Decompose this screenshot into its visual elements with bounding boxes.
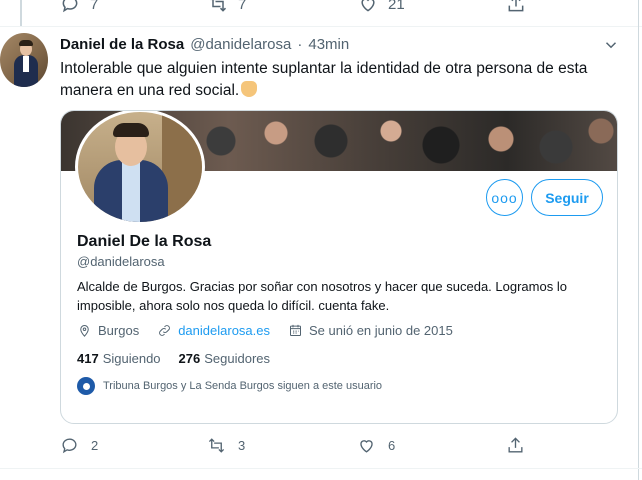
author-avatar[interactable]	[0, 33, 48, 87]
author-name[interactable]: Daniel de la Rosa	[60, 36, 184, 53]
reply-icon	[62, 438, 77, 454]
profile-card[interactable]: ooo Seguir Daniel De la Rosa @danidelaro…	[60, 110, 618, 424]
profile-joined-date: Se unió en junio de 2015	[309, 323, 453, 338]
followed-by-text: Tribuna Burgos y La Senda Burgos siguen …	[103, 380, 383, 392]
like-action[interactable]: 6	[357, 436, 395, 455]
hand-pointing-left-icon	[241, 81, 258, 97]
tweet-actions: 2 3 6	[0, 436, 642, 458]
profile-bio: Alcalde de Burgos. Gracias por soñar con…	[77, 279, 567, 313]
tweet-more-button[interactable]	[602, 36, 622, 52]
tweet-time[interactable]: 43min	[308, 36, 349, 53]
prev-reply-action[interactable]: 7	[60, 0, 98, 14]
tweet-body: Intolerable que alguien intente suplanta…	[60, 60, 588, 99]
profile-avatar[interactable]	[75, 111, 205, 225]
profile-location: Burgos	[98, 323, 140, 338]
retweet-icon	[208, 438, 225, 453]
share-action[interactable]	[506, 436, 525, 455]
following-stat[interactable]: 417 Siguiendo	[77, 351, 161, 366]
reply-action[interactable]: 2	[60, 436, 98, 455]
bottom-divider	[0, 468, 642, 469]
profile-stats: 417 Siguiendo 276 Seguidores	[77, 351, 270, 366]
profile-handle: @danidelarosa	[77, 254, 165, 269]
heart-icon	[360, 440, 373, 453]
prev-reply-count: 7	[90, 0, 99, 13]
retweet-count: 3	[238, 438, 246, 453]
share-icon	[508, 437, 523, 453]
prev-share-action[interactable]	[506, 0, 526, 14]
following-label: Siguiendo	[102, 351, 161, 366]
retweet-icon	[210, 0, 227, 12]
followers-stat[interactable]: 276 Seguidores	[179, 351, 270, 366]
location-pin-icon	[80, 325, 89, 337]
profile-name: Daniel De la Rosa	[77, 233, 212, 250]
retweet-action[interactable]: 3	[207, 436, 245, 455]
profile-meta: Burgos danidelarosa.es Se unió en junio …	[77, 323, 453, 338]
follow-button-label: Seguir	[545, 189, 589, 206]
previous-tweet-actions: 7 7 21	[0, 0, 642, 14]
author-handle[interactable]: @danidelarosa	[190, 36, 291, 53]
following-count: 417	[77, 351, 99, 366]
heart-icon	[361, 0, 375, 12]
more-options-label: ooo	[491, 189, 518, 206]
prev-like-action[interactable]: 21	[358, 0, 405, 14]
follower-avatar	[77, 377, 95, 395]
followed-by-row[interactable]: Tribuna Burgos y La Senda Burgos siguen …	[77, 377, 382, 395]
prev-like-count: 21	[388, 0, 405, 13]
header-separator: ·	[297, 36, 303, 53]
chevron-down-icon	[605, 42, 617, 49]
tweet-text: Intolerable que alguien intente suplanta…	[60, 58, 610, 102]
thread-line	[20, 0, 22, 26]
timeline-border	[638, 0, 639, 480]
prev-retweet-count: 7	[238, 0, 247, 13]
followers-count: 276	[178, 351, 201, 366]
follow-button[interactable]: Seguir	[531, 179, 603, 216]
tweet-header: Daniel de la Rosa @danidelarosa · 43min	[60, 36, 349, 53]
share-icon	[508, 0, 524, 12]
calendar-icon	[290, 324, 301, 336]
followers-label: Seguidores	[204, 351, 271, 366]
reply-count: 2	[91, 438, 99, 453]
tweet-divider	[0, 26, 642, 27]
reply-icon	[62, 0, 78, 13]
prev-retweet-action[interactable]: 7	[208, 0, 246, 14]
like-count: 6	[388, 438, 396, 453]
profile-website-link[interactable]: danidelarosa.es	[178, 323, 270, 338]
more-options-button[interactable]: ooo	[486, 179, 523, 216]
link-icon	[159, 325, 171, 336]
